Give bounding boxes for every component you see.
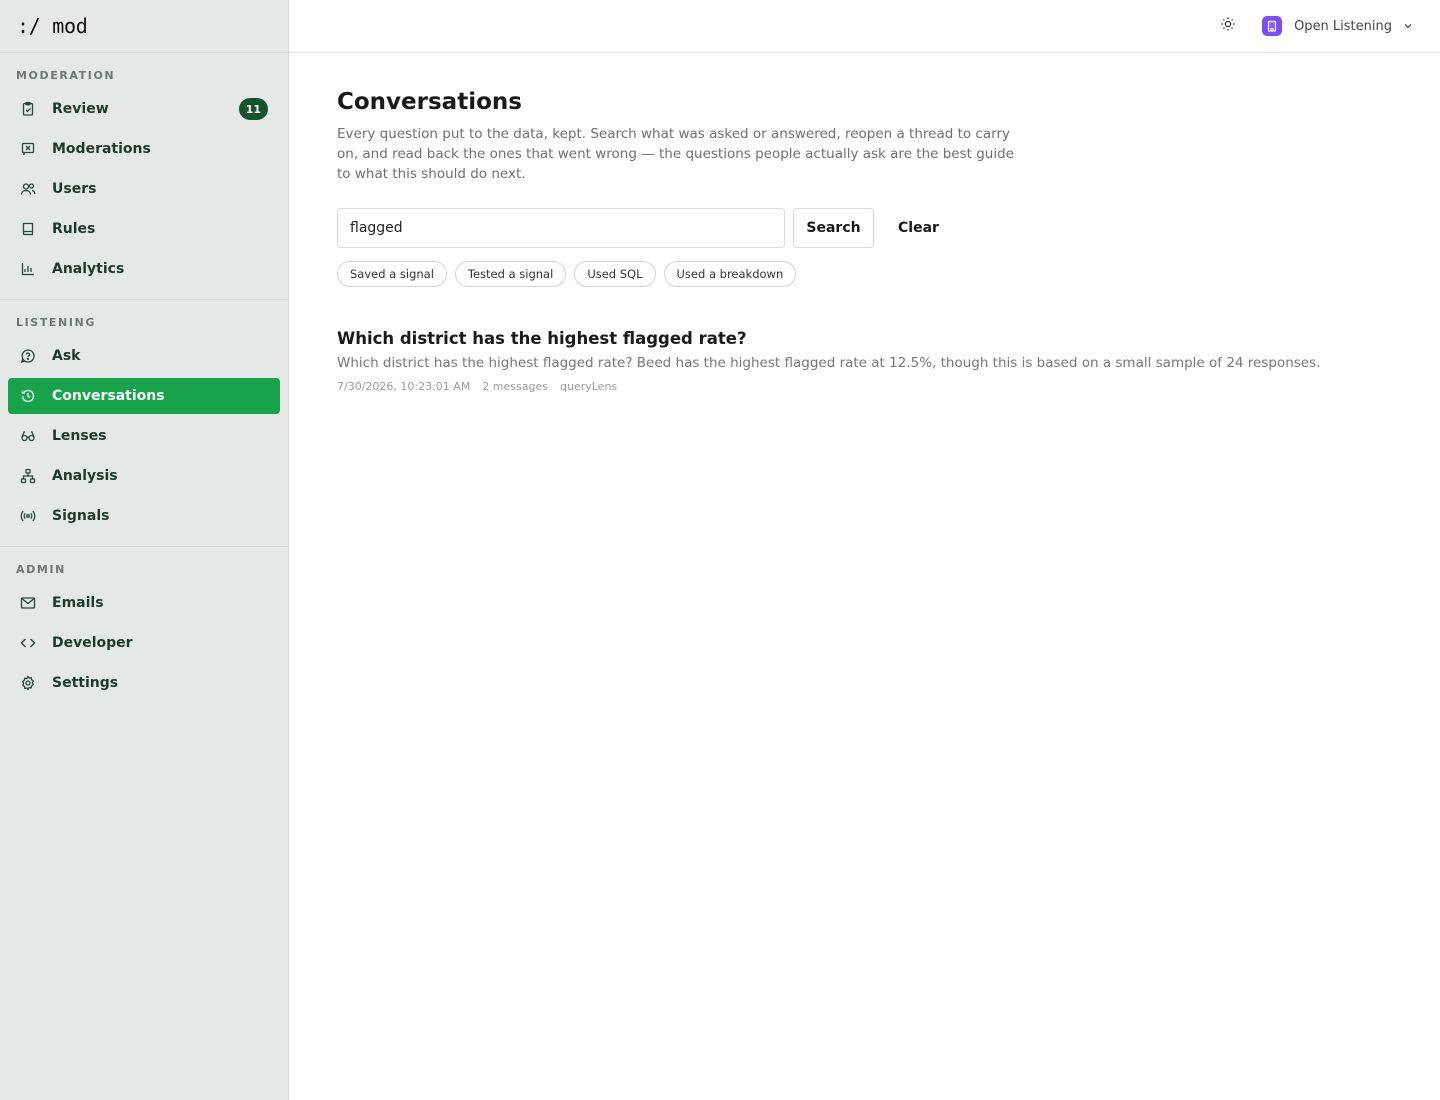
sidebar-item-label: Analysis xyxy=(52,468,118,484)
sidebar-item-label: Conversations xyxy=(52,388,165,404)
sidebar-item-analytics[interactable]: Analytics xyxy=(8,251,280,287)
nav-section-admin: ADMIN Emails Developer Settings xyxy=(0,547,288,713)
org-name: Open Listening xyxy=(1294,18,1392,34)
review-count-badge: 11 xyxy=(238,98,268,120)
sidebar: :/ mod MODERATION Review 11 Moderations xyxy=(0,0,289,1100)
org-switcher[interactable]: Open Listening xyxy=(1262,16,1414,36)
main-area: Open Listening Conversations Every quest… xyxy=(289,0,1440,1100)
sidebar-item-rules[interactable]: Rules xyxy=(8,211,280,247)
search-row: Search Clear xyxy=(337,208,1392,248)
sun-icon xyxy=(1220,16,1236,36)
network-icon xyxy=(20,468,36,484)
sidebar-item-label: Ask xyxy=(52,348,81,364)
page-title: Conversations xyxy=(337,89,522,115)
sidebar-item-label: Rules xyxy=(52,221,96,237)
filter-chip-used-sql[interactable]: Used SQL xyxy=(574,261,656,287)
users-icon xyxy=(20,181,36,197)
sidebar-item-label: Settings xyxy=(52,675,119,691)
sidebar-item-developer[interactable]: Developer xyxy=(8,625,280,661)
book-icon xyxy=(20,221,36,237)
filter-chip-tested-signal[interactable]: Tested a signal xyxy=(454,261,567,287)
brand-logo[interactable]: :/ mod xyxy=(0,0,288,53)
sidebar-item-label: Review xyxy=(52,101,109,117)
filter-chip-saved-signal[interactable]: Saved a signal xyxy=(337,261,447,287)
chevron-down-icon xyxy=(1402,17,1414,36)
sidebar-item-ask[interactable]: Ask xyxy=(8,338,280,374)
sidebar-item-label: Analytics xyxy=(52,261,125,277)
section-title: LISTENING xyxy=(16,316,96,329)
building-icon xyxy=(1262,16,1283,36)
gear-icon xyxy=(20,675,36,691)
sidebar-item-conversations[interactable]: Conversations xyxy=(8,378,280,414)
sidebar-item-label: Moderations xyxy=(52,141,151,157)
sidebar-item-lenses[interactable]: Lenses xyxy=(8,418,280,454)
section-title: MODERATION xyxy=(16,69,116,82)
message-question-icon xyxy=(20,348,36,364)
code-icon xyxy=(20,635,36,651)
conversation-item[interactable]: Which district has the highest flagged r… xyxy=(337,329,1392,393)
sidebar-item-emails[interactable]: Emails xyxy=(8,585,280,621)
content: Conversations Every question put to the … xyxy=(289,53,1440,429)
clipboard-icon xyxy=(20,101,36,117)
sidebar-item-label: Lenses xyxy=(52,428,107,444)
chart-icon xyxy=(20,261,36,277)
conversation-meta: 7/30/2026, 10:23:01 AM 2 messages queryL… xyxy=(337,380,1392,393)
search-input[interactable] xyxy=(337,208,785,248)
nav-section-moderation: MODERATION Review 11 Moderations Users R… xyxy=(0,53,288,300)
sidebar-item-moderations[interactable]: Moderations xyxy=(8,131,280,167)
sidebar-item-label: Developer xyxy=(52,635,133,651)
sidebar-item-settings[interactable]: Settings xyxy=(8,665,280,701)
flag-icon xyxy=(20,141,36,157)
conversation-timestamp: 7/30/2026, 10:23:01 AM xyxy=(337,380,471,393)
section-title: ADMIN xyxy=(16,563,66,576)
search-button[interactable]: Search xyxy=(793,208,874,248)
conversation-snippet: Which district has the highest flagged r… xyxy=(337,355,1321,371)
sidebar-item-analysis[interactable]: Analysis xyxy=(8,458,280,494)
filter-chip-used-breakdown[interactable]: Used a breakdown xyxy=(663,261,797,287)
sidebar-item-label: Signals xyxy=(52,508,110,524)
conversation-title[interactable]: Which district has the highest flagged r… xyxy=(337,329,1392,348)
sidebar-item-label: Users xyxy=(52,181,97,197)
conversation-message-count: 2 messages xyxy=(482,380,548,393)
glasses-icon xyxy=(20,428,36,444)
sidebar-item-users[interactable]: Users xyxy=(8,171,280,207)
sidebar-item-label: Emails xyxy=(52,595,104,611)
sidebar-item-review[interactable]: Review 11 xyxy=(8,91,280,127)
filter-chips: Saved a signal Tested a signal Used SQL … xyxy=(337,261,1392,287)
clear-button[interactable]: Clear xyxy=(884,208,953,248)
topbar: Open Listening xyxy=(289,0,1440,53)
mail-icon xyxy=(20,595,36,611)
theme-toggle-button[interactable] xyxy=(1214,12,1242,40)
sidebar-item-signals[interactable]: Signals xyxy=(8,498,280,534)
radio-icon xyxy=(20,508,36,524)
nav-section-listening: LISTENING Ask Conversations Lenses Analy… xyxy=(0,300,288,547)
conversation-lens: queryLens xyxy=(559,380,618,393)
page-description: Every question put to the data, kept. Se… xyxy=(337,126,1014,182)
history-icon xyxy=(20,388,36,404)
